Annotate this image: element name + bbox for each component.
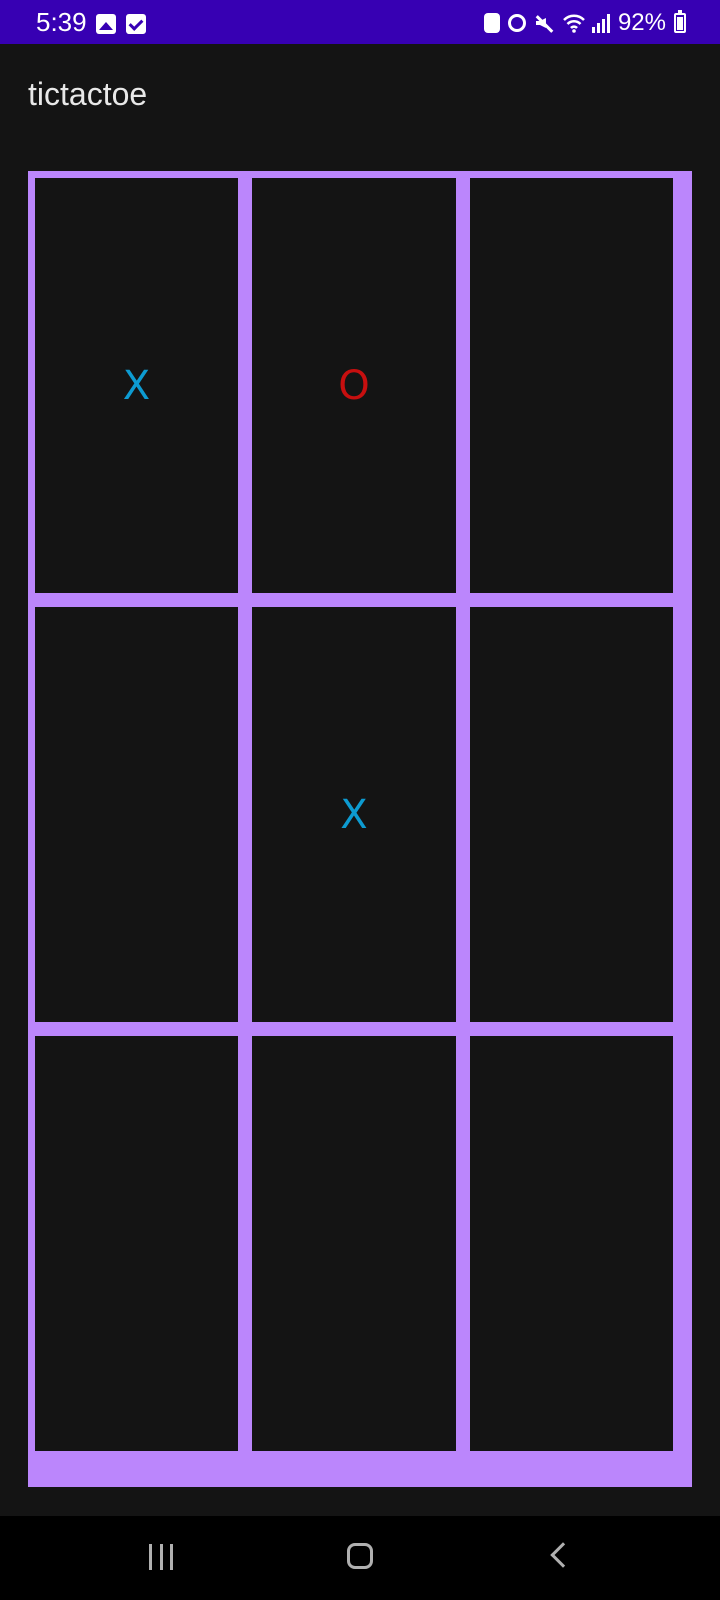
battery-charging-icon: [674, 10, 686, 33]
board-cell-1-3[interactable]: [470, 178, 673, 593]
home-button[interactable]: [300, 1516, 420, 1600]
recycle-icon: [483, 13, 500, 33]
board-cell-3-1[interactable]: [35, 1036, 238, 1451]
home-icon: [347, 1543, 373, 1569]
board-cell-2-1[interactable]: [35, 607, 238, 1022]
alarm-icon: [507, 14, 526, 32]
signal-icon: [590, 12, 610, 34]
back-icon: [550, 1542, 576, 1568]
board-cell-1-2[interactable]: O: [252, 178, 456, 593]
navigation-bar: [0, 1516, 720, 1600]
status-time: 5:39: [36, 7, 87, 37]
board-cell-3-2[interactable]: [252, 1036, 456, 1451]
recents-icon: [149, 1544, 173, 1570]
status-right-icons: 92%: [483, 9, 686, 36]
checkbox-notification-icon: [126, 14, 146, 34]
app-title: tictactoe: [28, 76, 148, 112]
board-cell-3-3[interactable]: [470, 1036, 673, 1451]
mute-icon: [534, 13, 554, 33]
back-button[interactable]: [500, 1516, 620, 1600]
wifi-icon: [562, 12, 585, 34]
battery-percent: 92%: [617, 9, 666, 36]
board-cell-2-3[interactable]: [470, 607, 673, 1022]
image-notification-icon: [96, 14, 116, 34]
status-left-icons: [96, 14, 146, 34]
board-cell-2-2[interactable]: X: [252, 607, 456, 1022]
board-cell-1-1[interactable]: X: [35, 178, 238, 593]
game-board: X O X: [28, 171, 692, 1487]
screen: 5:39 92% tictactoe X O X: [0, 0, 720, 1600]
status-bar: 5:39 92%: [0, 0, 720, 44]
recents-button[interactable]: [101, 1516, 221, 1600]
